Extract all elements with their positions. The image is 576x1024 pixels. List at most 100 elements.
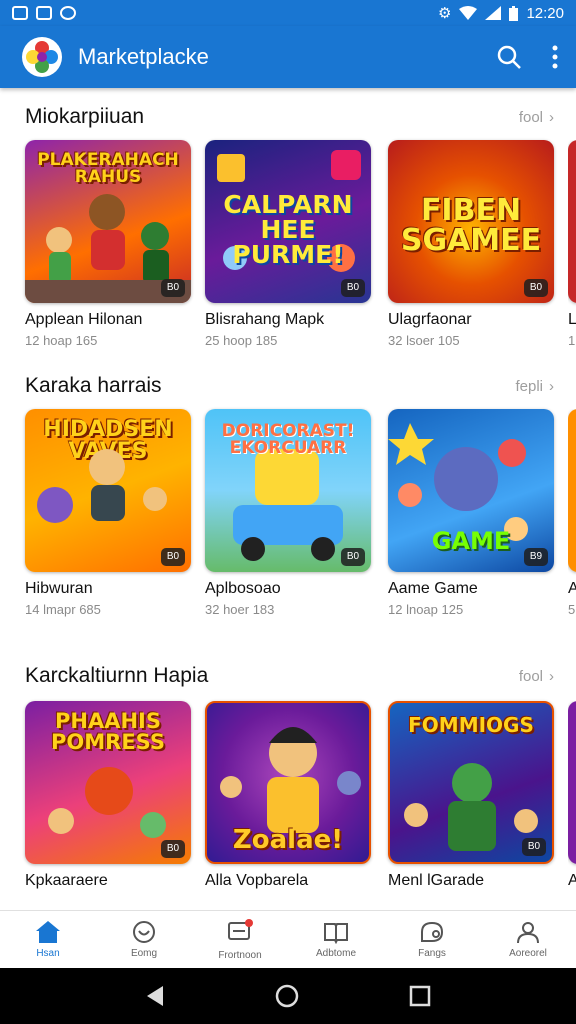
bottom-navigation: Hsan Eomg Frortnoon Adbtome Fangs Aoreor…: [0, 910, 576, 968]
book-icon: [324, 923, 348, 944]
game-thumbnail[interactable]: DORICORAST! EKORCUARR B0: [205, 409, 371, 572]
rating-badge: B0: [161, 279, 185, 297]
game-meta: 32 hoer 183: [205, 602, 275, 617]
chevron-right-icon: ›: [549, 667, 554, 685]
game-thumbnail[interactable]: Zoalae!: [205, 701, 371, 864]
person-icon: [517, 922, 539, 944]
game-thumbnail[interactable]: PLAKERAHACH RAHUS B0: [25, 140, 191, 303]
game-card-partial[interactable]: A: [568, 701, 576, 890]
rating-badge: B0: [341, 279, 365, 297]
home-icon: [36, 921, 60, 943]
game-title: Alla Vopbarela: [205, 872, 309, 889]
game-thumbnail[interactable]: HIDADSEN VAVES B0: [25, 409, 191, 572]
alarm-icon: ⚙: [438, 5, 452, 22]
game-card-partial[interactable]: A 5: [568, 409, 576, 617]
rating-badge: B0: [522, 838, 546, 856]
status-bar: ⚙ 12:20: [0, 0, 576, 26]
section-3: Karckaltiurnn Hapia fool › PHAAHIS POMRES…: [0, 661, 576, 910]
game-title: Kpkaaraere: [25, 872, 108, 889]
nav-label: Frortnoon: [218, 949, 262, 961]
nav-label: Aoreorel: [509, 948, 547, 959]
section-more-link[interactable]: fool ›: [519, 109, 554, 126]
game-thumbnail[interactable]: FIBEN SGAMEE B0: [388, 140, 554, 303]
app-logo-icon[interactable]: [22, 37, 62, 77]
game-title: Hibwuran: [25, 580, 93, 597]
game-meta: 12 lnoap 125: [388, 602, 464, 617]
battery-icon: [509, 5, 519, 21]
game-title: Aame Game: [388, 580, 478, 597]
section-2: Karaka harrais fepli› HIDADSEN VAVES B0 …: [0, 371, 576, 641]
signal-icon: [485, 6, 502, 20]
game-thumbnail[interactable]: PHAAHIS POMRESS B0: [25, 701, 191, 864]
thumbnail-art-text: DORICORAST! EKORCUARR: [221, 421, 355, 458]
app-bar: Marketplacke: [0, 26, 576, 88]
game-title: A: [568, 580, 576, 597]
game-card[interactable]: PHAAHIS POMRESS B0 Kpkaaraere: [25, 701, 191, 890]
nav-item-favorites[interactable]: Eomg: [96, 911, 192, 968]
chevron-right-icon: ›: [549, 377, 554, 395]
app-notification-icon: [36, 6, 52, 20]
nav-item-home[interactable]: Hsan: [0, 911, 96, 968]
system-navigation-bar: [0, 968, 576, 1024]
back-icon[interactable]: [145, 985, 165, 1007]
chevron-right-icon: ›: [549, 108, 554, 126]
home-circle-icon[interactable]: [275, 984, 299, 1008]
game-meta: 5: [568, 602, 576, 617]
thumbnail-art-text: CALPARN HEE PURME!: [223, 190, 353, 269]
app-title: Marketplacke: [78, 44, 209, 69]
content-scroll[interactable]: Miokarpiiuan fool › PLAKERAHACH RAHUS B0 …: [0, 88, 576, 910]
game-card[interactable]: CALPARN HEE PURME! B0 Blisrahang Mapk 25…: [205, 140, 371, 348]
rating-badge: B0: [341, 548, 365, 566]
game-thumbnail[interactable]: FOMMIOGS B0: [388, 701, 554, 864]
sync-notification-icon: [60, 6, 76, 20]
nav-item-account[interactable]: Aoreorel: [480, 911, 576, 968]
game-meta: 1: [568, 333, 576, 348]
nav-label: Adbtome: [315, 948, 357, 959]
game-title: Menl lGarade: [388, 872, 485, 889]
game-meta: 12 hoap 165: [25, 333, 98, 348]
game-card[interactable]: GAME B9 Aame Game 12 lnoap 125: [388, 409, 554, 617]
game-meta: 25 hoop 185: [205, 333, 278, 348]
game-title: L: [568, 311, 576, 328]
game-thumbnail[interactable]: CALPARN HEE PURME! B0: [205, 140, 371, 303]
section-more-link[interactable]: fool ›: [519, 668, 554, 685]
rating-badge: B9: [524, 548, 548, 566]
section-title: Karckaltiurnn Hapia: [25, 664, 209, 687]
nav-item-library[interactable]: Adbtome: [288, 911, 384, 968]
search-icon[interactable]: [496, 44, 522, 70]
game-card[interactable]: HIDADSEN VAVES B0 Hibwuran 14 lmapr 685: [25, 409, 191, 617]
wifi-icon: [459, 6, 478, 20]
heart-icon: [133, 921, 155, 943]
section-1: Miokarpiiuan fool › PLAKERAHACH RAHUS B0 …: [0, 102, 576, 372]
game-card[interactable]: FOMMIOGS B0 Menl lGarade: [388, 701, 554, 890]
game-meta: 14 lmapr 685: [25, 602, 101, 617]
game-title: A: [568, 872, 576, 889]
thumbnail-art-text: Zoalae!: [232, 825, 344, 855]
game-card[interactable]: DORICORAST! EKORCUARR B0 Aplbosoao 32 ho…: [205, 409, 371, 617]
game-thumbnail[interactable]: [568, 409, 576, 572]
recents-icon[interactable]: [409, 985, 431, 1007]
game-card[interactable]: Zoalae! Alla Vopbarela: [205, 701, 371, 890]
game-card-partial[interactable]: L 1: [568, 140, 576, 348]
nav-item-tags[interactable]: Fangs: [384, 911, 480, 968]
section-more-link[interactable]: fepli ›: [515, 378, 554, 395]
game-title: Applean Hilonan: [25, 311, 143, 328]
status-time: 12:20: [526, 4, 564, 22]
image-notification-icon: [12, 6, 28, 20]
nav-label: Hsan: [36, 948, 60, 959]
nav-label: Eomg: [130, 948, 158, 959]
section-title: Miokarpiiuan: [25, 105, 145, 128]
game-title: Aplbosoao: [205, 580, 281, 597]
nav-item-messages[interactable]: Frortnoon: [192, 911, 288, 968]
game-card[interactable]: FIBEN SGAMEE B0 Ulagrfaonar 32 lsoer 105: [388, 140, 554, 348]
nav-label: Fangs: [418, 948, 446, 959]
game-thumbnail[interactable]: [568, 140, 576, 303]
game-title: Blisrahang Mapk: [205, 311, 325, 328]
rating-badge: B0: [161, 548, 185, 566]
game-meta: 32 lsoer 105: [388, 333, 460, 348]
game-thumbnail[interactable]: GAME B9: [388, 409, 554, 572]
game-card[interactable]: PLAKERAHACH RAHUS B0 Applean Hilonan 12 …: [25, 140, 191, 348]
more-options-icon[interactable]: [552, 45, 558, 69]
game-thumbnail[interactable]: [568, 701, 576, 864]
notification-dot: [245, 918, 253, 927]
